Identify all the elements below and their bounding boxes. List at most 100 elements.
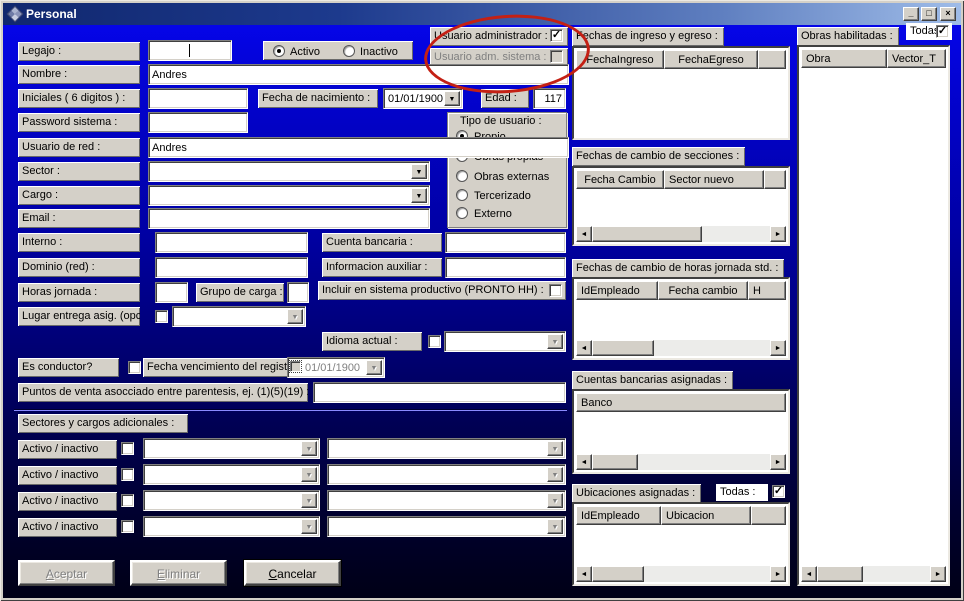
scroll-left-button[interactable]: ◄ bbox=[576, 226, 592, 242]
legajo-input[interactable] bbox=[148, 40, 232, 61]
nombre-label: Nombre : bbox=[18, 65, 140, 84]
idioma-actual-checkbox[interactable] bbox=[428, 335, 441, 348]
adicional-sector-dropdown: ▼ bbox=[143, 516, 320, 537]
adicional-row-checkbox[interactable] bbox=[121, 468, 134, 481]
minimize-button[interactable]: _ bbox=[903, 7, 919, 21]
fecha-nacimiento-dropdown[interactable]: 01/01/1900 ▼ bbox=[383, 88, 463, 109]
scroll-right-button[interactable]: ► bbox=[770, 340, 786, 356]
nombre-input[interactable]: Andres bbox=[148, 64, 569, 85]
cuentas-bancarias-table[interactable]: Banco ◄ ► bbox=[572, 389, 790, 474]
cuenta-bancaria-label: Cuenta bancaria : bbox=[322, 233, 442, 252]
dropdown-button: ▼ bbox=[547, 441, 563, 456]
lugar-entrega-checkbox[interactable] bbox=[155, 310, 168, 323]
chevron-down-icon: ▼ bbox=[552, 498, 559, 505]
adicional-sector-dropdown: ▼ bbox=[143, 464, 320, 485]
cambio-secciones-table[interactable]: Fecha Cambio Sector nuevo ◄ ► bbox=[572, 166, 790, 246]
ubicaciones-table[interactable]: IdEmpleado Ubicacion ◄ ► bbox=[572, 502, 790, 586]
cuenta-bancaria-input[interactable] bbox=[445, 232, 566, 253]
interno-input[interactable] bbox=[155, 232, 308, 253]
usuario-administrador-checkbox[interactable]: ✓ bbox=[550, 29, 563, 42]
es-conductor-checkbox[interactable] bbox=[128, 361, 141, 374]
scroll-right-button[interactable]: ► bbox=[770, 454, 786, 470]
column-header bbox=[751, 506, 786, 525]
horizontal-scrollbar[interactable]: ◄ ► bbox=[576, 226, 786, 242]
scroll-left-icon: ◄ bbox=[581, 571, 588, 578]
horizontal-scrollbar[interactable]: ◄ ► bbox=[576, 566, 786, 582]
tipo-obras-externas-radio[interactable] bbox=[456, 170, 468, 182]
scroll-left-button[interactable]: ◄ bbox=[576, 566, 592, 582]
dropdown-button: ▼ bbox=[301, 441, 317, 456]
ingreso-egreso-table[interactable]: FechaIngreso FechaEgreso bbox=[572, 46, 790, 140]
sectores-adicionales-title: Sectores y cargos adicionales : bbox=[18, 414, 188, 433]
password-sistema-input[interactable] bbox=[148, 112, 248, 133]
iniciales-input[interactable] bbox=[148, 88, 248, 109]
scrollbar-thumb[interactable] bbox=[592, 566, 644, 582]
scrollbar-thumb[interactable] bbox=[592, 454, 638, 470]
cancelar-button[interactable]: Cancelar bbox=[244, 560, 341, 586]
dropdown-button: ▼ bbox=[547, 493, 563, 508]
horizontal-scrollbar[interactable]: ◄ ► bbox=[576, 454, 786, 470]
scrollbar-thumb[interactable] bbox=[592, 340, 654, 356]
usuario-red-input[interactable]: Andres bbox=[148, 137, 569, 158]
puntos-venta-label: Puntos de venta asocciado entre parentes… bbox=[18, 383, 308, 402]
adicional-cargo-dropdown: ▼ bbox=[327, 464, 566, 485]
tipo-tercerizado-radio[interactable] bbox=[456, 189, 468, 201]
scroll-left-button[interactable]: ◄ bbox=[801, 566, 817, 582]
puntos-venta-input[interactable] bbox=[313, 382, 566, 403]
adicional-row-checkbox[interactable] bbox=[121, 520, 134, 533]
adicional-row-checkbox[interactable] bbox=[121, 442, 134, 455]
app-icon bbox=[7, 6, 24, 23]
informacion-auxiliar-input[interactable] bbox=[445, 257, 566, 278]
close-button[interactable]: × bbox=[940, 7, 956, 21]
scroll-right-button[interactable]: ► bbox=[770, 566, 786, 582]
fecha-nacimiento-value: 01/01/1900 bbox=[388, 93, 443, 105]
column-header: IdEmpleado bbox=[576, 506, 661, 525]
scroll-right-button[interactable]: ► bbox=[770, 226, 786, 242]
dominio-label: Dominio (red) : bbox=[18, 258, 140, 277]
fecha-nacimiento-label: Fecha de nacimiento : bbox=[258, 89, 378, 108]
horas-jornada-input[interactable] bbox=[155, 282, 188, 303]
obras-todas-checkbox[interactable]: ✓ bbox=[936, 25, 949, 38]
tipo-externo-radio[interactable] bbox=[456, 207, 468, 219]
dropdown-button[interactable]: ▼ bbox=[411, 188, 427, 203]
activo-radio-label: Activo bbox=[290, 46, 320, 58]
scroll-left-button[interactable]: ◄ bbox=[576, 340, 592, 356]
grupo-carga-input[interactable] bbox=[287, 282, 309, 303]
fecha-vencimiento-checkbox[interactable] bbox=[290, 361, 301, 372]
inactivo-radio[interactable] bbox=[343, 45, 355, 57]
scroll-left-icon: ◄ bbox=[806, 571, 813, 578]
incluir-productivo-label: Incluir en sistema productivo (PRONTO HH… bbox=[318, 281, 566, 300]
email-input[interactable] bbox=[148, 208, 430, 229]
obras-table[interactable]: Obra Vector_T ◄ ► bbox=[797, 45, 950, 586]
scrollbar-thumb[interactable] bbox=[817, 566, 863, 582]
chevron-down-icon: ▼ bbox=[449, 96, 456, 103]
title-bar: Personal bbox=[3, 3, 961, 25]
dominio-input[interactable] bbox=[155, 257, 308, 278]
scrollbar-thumb[interactable] bbox=[592, 226, 702, 242]
ubicaciones-todas-checkbox[interactable]: ✓ bbox=[772, 485, 785, 498]
scroll-right-button[interactable]: ► bbox=[930, 566, 946, 582]
activo-radio[interactable] bbox=[273, 45, 285, 57]
scroll-left-button[interactable]: ◄ bbox=[576, 454, 592, 470]
eliminar-button[interactable]: Eliminar bbox=[130, 560, 227, 586]
column-header: Obra bbox=[801, 49, 887, 68]
sector-label: Sector : bbox=[18, 162, 140, 181]
cargo-dropdown[interactable]: ▼ bbox=[148, 185, 430, 206]
window-title: Personal bbox=[26, 7, 77, 21]
horizontal-scrollbar[interactable]: ◄ ► bbox=[801, 566, 946, 582]
check-icon: ✓ bbox=[774, 485, 783, 497]
adicional-row-checkbox[interactable] bbox=[121, 494, 134, 507]
idioma-actual-label: Idioma actual : bbox=[322, 332, 422, 351]
cambio-horas-table[interactable]: IdEmpleado Fecha cambio H ◄ ► bbox=[572, 277, 790, 360]
section-divider bbox=[14, 409, 567, 411]
scroll-right-icon: ► bbox=[775, 345, 782, 352]
sector-dropdown[interactable]: ▼ bbox=[148, 161, 430, 182]
tipo-externo-label: Externo bbox=[474, 208, 512, 220]
dropdown-button[interactable]: ▼ bbox=[411, 164, 427, 179]
dropdown-button[interactable]: ▼ bbox=[444, 91, 460, 106]
horizontal-scrollbar[interactable]: ◄ ► bbox=[576, 340, 786, 356]
adicional-row-label: Activo / inactivo bbox=[18, 492, 117, 511]
aceptar-button[interactable]: Aceptar bbox=[18, 560, 115, 586]
maximize-button[interactable]: □ bbox=[921, 7, 937, 21]
incluir-productivo-checkbox[interactable] bbox=[549, 284, 562, 297]
